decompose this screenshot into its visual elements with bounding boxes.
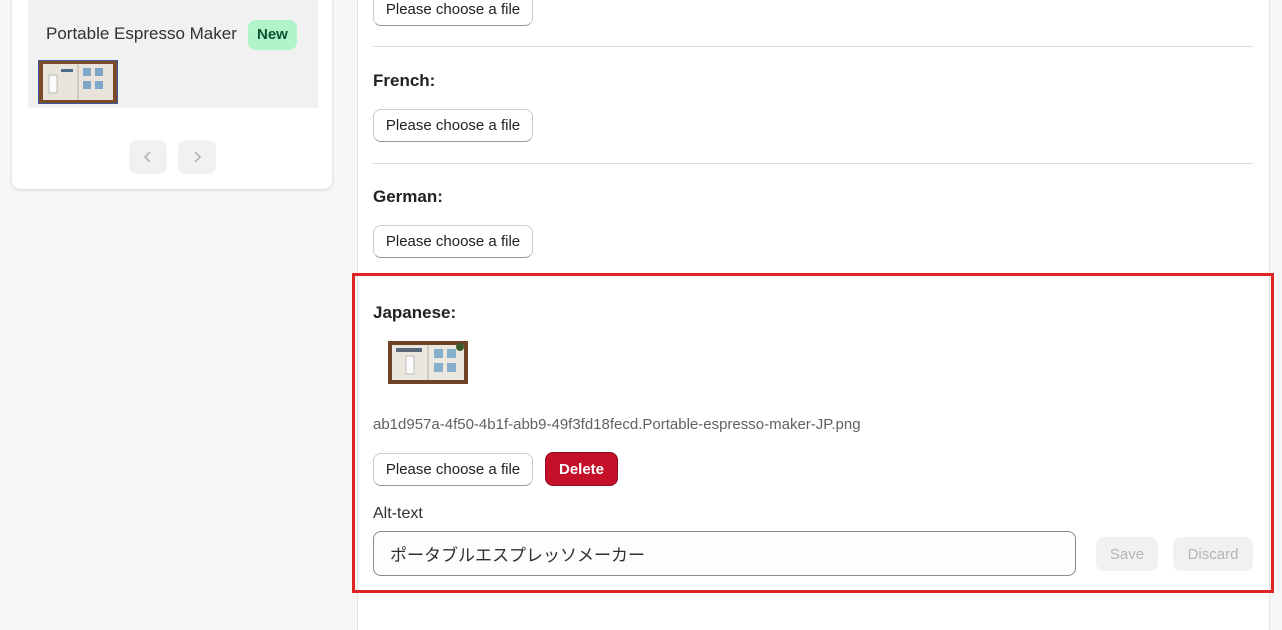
choose-file-button-japanese[interactable]: Please choose a file xyxy=(373,453,533,486)
product-list-item[interactable]: Portable Espresso Maker New xyxy=(28,0,318,108)
choose-file-button-french[interactable]: Please choose a file xyxy=(373,109,533,142)
alt-text-label: Alt-text xyxy=(373,505,423,522)
discard-button[interactable]: Discard xyxy=(1173,537,1253,571)
next-page-button[interactable] xyxy=(178,140,216,174)
product-thumbnail[interactable] xyxy=(38,60,118,104)
section-divider xyxy=(373,46,1253,47)
save-button[interactable]: Save xyxy=(1096,537,1158,571)
choose-file-button-german[interactable]: Please choose a file xyxy=(373,225,533,258)
delete-button[interactable]: Delete xyxy=(545,452,618,486)
language-label-french: French: xyxy=(373,71,436,90)
prev-page-button[interactable] xyxy=(129,140,167,174)
file-name: ab1d957a-4f50-4b1f-abb9-49f3fd18fecd.Por… xyxy=(373,416,861,433)
chevron-left-icon xyxy=(143,151,151,163)
product-card: Portable Espresso Maker New xyxy=(12,0,332,189)
japanese-image-preview[interactable] xyxy=(388,341,468,384)
choose-file-button[interactable]: Please choose a file xyxy=(373,0,533,26)
language-label-german: German: xyxy=(373,187,443,206)
chevron-right-icon xyxy=(194,151,202,163)
language-label-japanese: Japanese: xyxy=(373,303,457,322)
status-badge: New xyxy=(248,20,297,50)
section-divider xyxy=(373,163,1253,164)
product-title: Portable Espresso Maker xyxy=(46,24,237,43)
alt-text-input[interactable] xyxy=(373,531,1076,576)
